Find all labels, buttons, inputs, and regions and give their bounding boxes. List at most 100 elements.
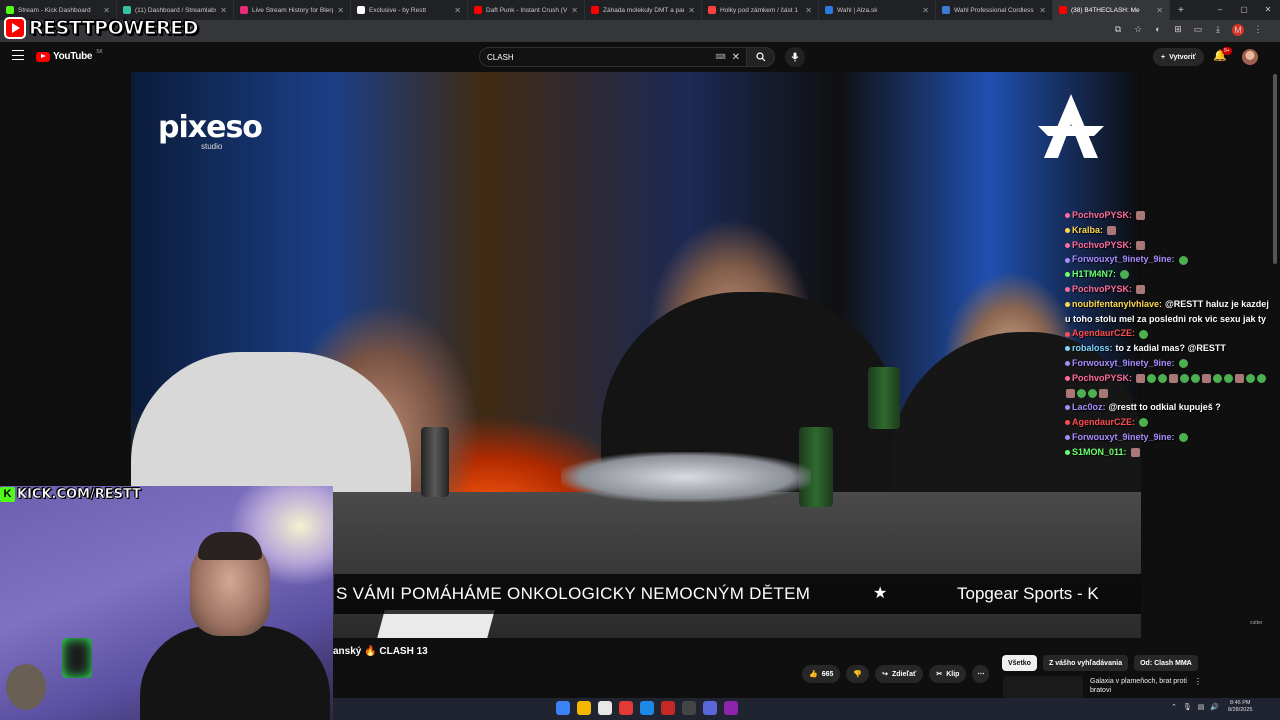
recommended-thumbnail[interactable] bbox=[1003, 676, 1083, 698]
chat-emote-icon bbox=[1202, 373, 1212, 383]
mic-tray-icon[interactable]: 🎙 bbox=[1183, 703, 1192, 711]
chat-emote-icon bbox=[1158, 373, 1168, 383]
browser-tab[interactable]: Záhada molekuly DMT a paraž ✕ bbox=[585, 0, 702, 20]
chips-next-chevron-icon[interactable]: › bbox=[1186, 657, 1189, 667]
tab-title: Wahl | Alza.sk bbox=[837, 6, 878, 14]
chat-username: Forwouxyt_9inety_9ine: bbox=[1072, 254, 1175, 265]
chat-emote-icon bbox=[1136, 211, 1146, 221]
recommended-title[interactable]: Galaxia v plameňoch, brat proti bratovi bbox=[1090, 677, 1190, 695]
chat-message: AgendaurCZE: bbox=[1065, 415, 1275, 430]
webcam-plush-toy bbox=[6, 664, 46, 710]
tab-favicon-icon bbox=[240, 6, 248, 14]
chat-message: PochvoPYSK: bbox=[1065, 282, 1275, 297]
share-label: Zdieľať bbox=[892, 670, 917, 678]
chip-from-search[interactable]: Z vášho vyhľadávania bbox=[1042, 655, 1129, 671]
tab-close-icon[interactable]: ✕ bbox=[922, 6, 929, 15]
voice-search-button[interactable] bbox=[785, 47, 805, 67]
volume-icon[interactable]: 🔊 bbox=[1210, 703, 1219, 711]
tab-title: Stream - Kick Dashboard bbox=[18, 6, 91, 14]
minimize-button[interactable]: – bbox=[1208, 0, 1232, 20]
taskbar-app-icon[interactable] bbox=[619, 701, 633, 715]
maximize-button[interactable]: ▢ bbox=[1232, 0, 1256, 20]
chat-emote-icon bbox=[1257, 373, 1267, 383]
youtube-logo[interactable]: YouTube SK bbox=[36, 49, 103, 62]
tab-close-icon[interactable]: ✕ bbox=[454, 6, 461, 15]
tab-close-icon[interactable]: ✕ bbox=[220, 6, 227, 15]
taskbar-app-icon[interactable] bbox=[703, 701, 717, 715]
like-button[interactable]: 👍 665 bbox=[802, 665, 841, 683]
chat-username: Forwouxyt_9inety_9ine: bbox=[1072, 357, 1175, 368]
search-button[interactable] bbox=[747, 47, 775, 67]
taskbar-app-icon[interactable] bbox=[640, 701, 654, 715]
browser-tab[interactable]: (38) B4THECLASH: Me ✕ bbox=[1053, 0, 1170, 20]
tab-title: (11) Dashboard / Streamlabs bbox=[135, 6, 217, 14]
recommended-more-icon[interactable]: ⋮ bbox=[1194, 677, 1202, 686]
taskbar-app-icon[interactable] bbox=[661, 701, 675, 715]
chat-badge-icon bbox=[1065, 257, 1070, 263]
search-input[interactable]: CLASH bbox=[487, 53, 716, 62]
tab-title: Daft Punk - Instant Crush (Vid bbox=[486, 6, 568, 14]
sidebar-icon[interactable]: ▭ bbox=[1192, 24, 1204, 36]
extension-icon[interactable]: ◐ bbox=[1152, 24, 1164, 36]
corner-credit: cutter bbox=[1250, 620, 1263, 626]
chat-username: Kralba: bbox=[1072, 224, 1104, 235]
taskbar-clock[interactable]: 8:46 PM 8/28/2025 bbox=[1228, 700, 1252, 714]
taskbar-app-icon[interactable] bbox=[556, 701, 570, 715]
tab-close-icon[interactable]: ✕ bbox=[571, 6, 578, 15]
tab-title: Wahl Professional Cordless D bbox=[954, 6, 1036, 14]
taskbar-app-icon[interactable] bbox=[682, 701, 696, 715]
tab-close-icon[interactable]: ✕ bbox=[337, 6, 344, 15]
browser-tab[interactable]: Holky pod zámkem / část 1 ✕ bbox=[702, 0, 819, 20]
chat-message: robaloss: to z kadial mas? @RESTT bbox=[1065, 341, 1275, 356]
browser-tab[interactable]: Wahl Professional Cordless D ✕ bbox=[936, 0, 1053, 20]
tray-chevron-icon[interactable]: ⌃ bbox=[1171, 703, 1177, 711]
clip-button[interactable]: ✂ Klip bbox=[929, 665, 967, 683]
close-window-button[interactable]: ✕ bbox=[1256, 0, 1280, 20]
taskbar-app-icon[interactable] bbox=[598, 701, 612, 715]
tab-close-icon[interactable]: ✕ bbox=[688, 6, 695, 15]
new-tab-button[interactable]: + bbox=[1170, 5, 1192, 16]
create-button[interactable]: + Vytvoriť bbox=[1153, 48, 1204, 66]
download-icon[interactable]: ⤓ bbox=[1212, 24, 1224, 36]
share-button[interactable]: ↪ Zdieľať bbox=[875, 665, 924, 683]
chip-all[interactable]: Všetko bbox=[1002, 655, 1037, 671]
more-actions-button[interactable]: ⋯ bbox=[972, 665, 990, 683]
taskbar-app-icon[interactable] bbox=[577, 701, 591, 715]
chat-emote-icon bbox=[1235, 373, 1245, 383]
star-a-logo-icon bbox=[1038, 94, 1104, 158]
webcam-person-body bbox=[140, 626, 330, 720]
profile-icon[interactable]: M bbox=[1232, 24, 1244, 36]
network-icon[interactable]: ▤ bbox=[1198, 703, 1205, 711]
account-avatar[interactable] bbox=[1242, 49, 1258, 65]
chat-username: S1MON_011: bbox=[1072, 446, 1127, 457]
chat-emote-icon bbox=[1147, 373, 1157, 383]
scene-plastic-bag bbox=[561, 452, 811, 502]
keyboard-icon[interactable]: ⌨ bbox=[716, 53, 726, 61]
tab-favicon-icon bbox=[474, 6, 482, 14]
hamburger-menu-icon[interactable] bbox=[12, 50, 24, 60]
page-scrollbar[interactable] bbox=[1273, 74, 1277, 264]
window-controls: – ▢ ✕ bbox=[1208, 0, 1280, 20]
puzzle-icon[interactable]: ⊞ bbox=[1172, 24, 1184, 36]
tab-close-icon[interactable]: ✕ bbox=[1039, 6, 1046, 15]
chat-badge-icon bbox=[1065, 213, 1070, 219]
chat-badge-icon bbox=[1065, 242, 1070, 248]
browser-tab[interactable]: Live Stream History for Blerp ✕ bbox=[234, 0, 351, 20]
dislike-button[interactable]: 👎 bbox=[846, 665, 870, 683]
clear-search-icon[interactable]: ✕ bbox=[732, 52, 740, 63]
chat-emote-icon bbox=[1139, 418, 1148, 428]
cast-icon[interactable]: ⧉ bbox=[1112, 24, 1124, 36]
tab-close-icon[interactable]: ✕ bbox=[805, 6, 812, 15]
browser-tab[interactable]: Wahl | Alza.sk ✕ bbox=[819, 0, 936, 20]
chat-text: to z kadial mas? @RESTT bbox=[1115, 343, 1226, 354]
chat-emote-icon bbox=[1066, 388, 1075, 398]
bookmark-star-icon[interactable]: ☆ bbox=[1132, 24, 1144, 36]
browser-tab[interactable]: Daft Punk - Instant Crush (Vid ✕ bbox=[468, 0, 585, 20]
windows-taskbar bbox=[333, 698, 1280, 720]
search-box[interactable]: CLASH ⌨ ✕ bbox=[479, 47, 747, 67]
browser-menu-icon[interactable]: ⋮ bbox=[1252, 24, 1264, 36]
scene-can bbox=[421, 427, 449, 497]
tab-close-icon[interactable]: ✕ bbox=[1156, 6, 1163, 15]
browser-tab[interactable]: Exclusive - by Restt ✕ bbox=[351, 0, 468, 20]
taskbar-app-icon[interactable] bbox=[724, 701, 738, 715]
